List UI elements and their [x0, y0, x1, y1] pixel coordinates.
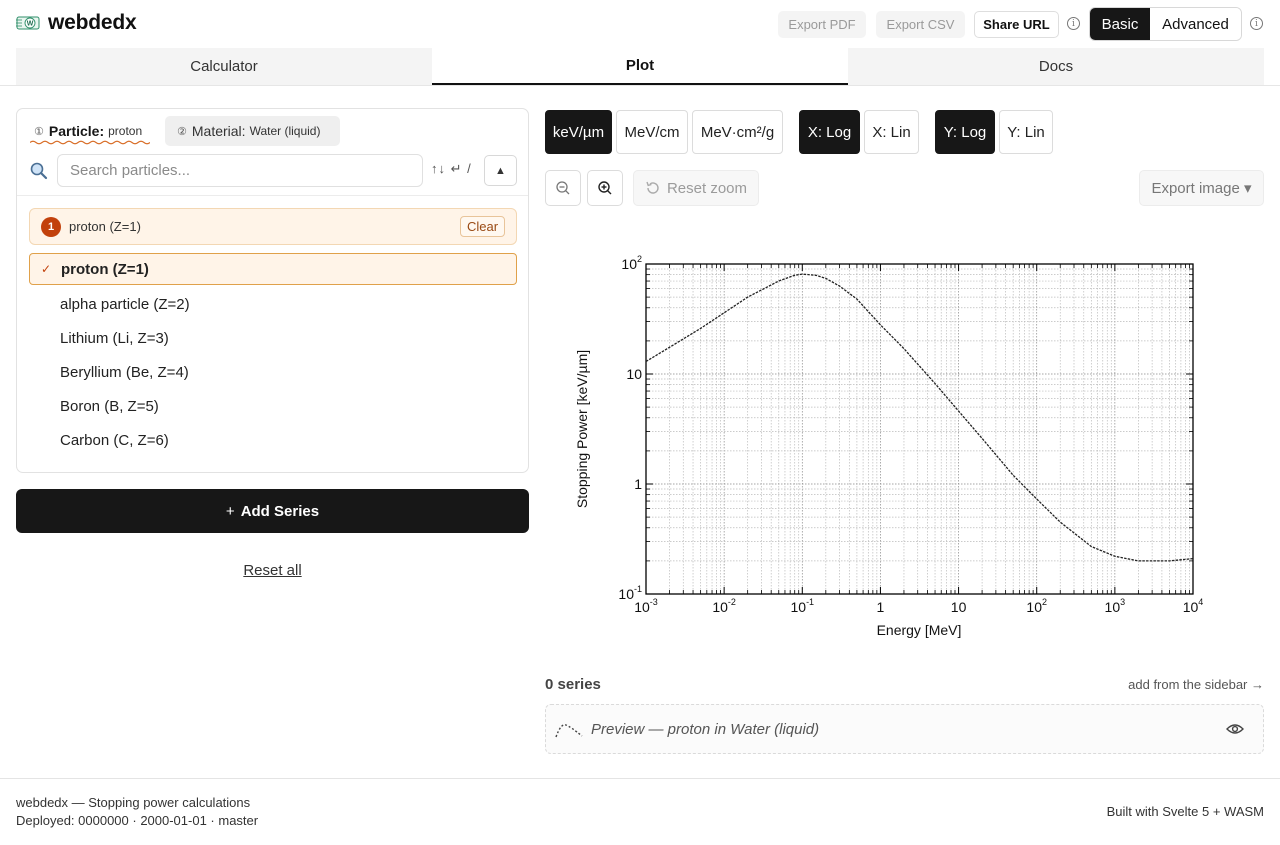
particle-step-number: ① [34, 125, 44, 138]
particle-list: ✓ proton (Z=1) alpha particle (Z=2) Lith… [29, 253, 517, 457]
share-url-button[interactable]: Share URL [974, 11, 1059, 38]
search-icon [30, 162, 48, 180]
selection-count-badge: 1 [41, 217, 61, 237]
export-csv-button[interactable]: Export CSV [876, 11, 965, 38]
tab-calculator[interactable]: Calculator [16, 48, 432, 85]
x-tick-label: 102 [1026, 597, 1047, 615]
series-hint: add from the sidebar → [1128, 677, 1264, 692]
material-tab-key: Material: [191, 123, 246, 139]
unit-mev-cm-button[interactable]: MeV/cm [616, 110, 688, 154]
particle-option-carbon[interactable]: Carbon (C, Z=6) [29, 423, 517, 457]
particle-option-label: Boron (B, Z=5) [60, 397, 159, 415]
tab-material[interactable]: ② Material: Water (liquid) [165, 116, 340, 146]
particle-option-lithium[interactable]: Lithium (Li, Z=3) [29, 321, 517, 355]
particle-option-beryllium[interactable]: Beryllium (Be, Z=4) [29, 355, 517, 389]
mode-basic-button[interactable]: Basic [1090, 8, 1150, 40]
preview-series-label: Preview — proton in Water (liquid) [591, 721, 820, 738]
export-pdf-button[interactable]: Export PDF [778, 11, 866, 38]
add-series-label: Add Series [240, 502, 320, 520]
selected-particle-label: proton (Z=1) [69, 219, 141, 234]
y-tick-label: 102 [621, 254, 642, 272]
zoom-out-icon [556, 181, 570, 195]
dashed-curve-icon [555, 724, 583, 738]
check-icon: ✓ [41, 262, 52, 276]
app-header: W webdedx Export PDF Export CSV Share UR… [0, 0, 1280, 48]
nav-divider [0, 85, 1280, 86]
particle-option-boron[interactable]: Boron (B, Z=5) [29, 389, 517, 423]
y-lin-button[interactable]: Y: Lin [999, 110, 1053, 154]
x-axis-label: Energy [MeV] [877, 622, 962, 638]
particle-picker-panel: ① Particle: proton ② Material: Water (li… [16, 108, 529, 473]
x-log-button[interactable]: X: Log [799, 110, 860, 154]
active-tab-underline [30, 140, 150, 145]
footer-built-with: Built with Svelte 5 + WASM [1106, 804, 1264, 819]
y-tick-label: 1 [634, 476, 642, 492]
x-tick-label: 10-2 [712, 597, 736, 615]
particle-search-input[interactable] [57, 154, 423, 187]
zoom-out-button[interactable] [545, 170, 581, 206]
eye-icon[interactable] [1226, 722, 1244, 736]
y-axis-label: Stopping Power [keV/µm] [574, 350, 590, 508]
add-series-button[interactable]: + Add Series [16, 489, 529, 533]
panel-divider [17, 195, 528, 196]
particle-option-label: proton (Z=1) [61, 260, 149, 278]
particle-option-proton[interactable]: ✓ proton (Z=1) [29, 253, 517, 285]
share-info-icon[interactable]: i [1067, 17, 1080, 30]
mode-toggle: Basic Advanced [1089, 7, 1242, 41]
x-lin-button[interactable]: X: Lin [864, 110, 919, 154]
particle-option-label: Lithium (Li, Z=3) [60, 329, 169, 347]
collapse-list-button[interactable]: ▲ [484, 155, 517, 186]
footer-divider [0, 778, 1280, 779]
x-tick-label: 10 [951, 599, 967, 615]
footer-tagline: webdedx — Stopping power calculations [16, 795, 251, 810]
zoom-in-button[interactable] [587, 170, 623, 206]
reset-all-link[interactable]: Reset all [16, 562, 529, 579]
particle-option-alpha[interactable]: alpha particle (Z=2) [29, 287, 517, 321]
unit-kev-um-button[interactable]: keV/µm [545, 110, 612, 154]
material-tab-value: Water (liquid) [249, 124, 321, 138]
webdedx-logo-icon: W [16, 16, 40, 30]
y-tick-label: 10 [626, 366, 642, 382]
particle-tab-key: Particle: [48, 123, 105, 139]
reset-zoom-button[interactable]: Reset zoom [633, 170, 759, 206]
x-tick-label: 1 [877, 599, 885, 615]
particle-tab-value: proton [108, 124, 143, 138]
reset-zoom-icon [646, 181, 659, 194]
stopping-power-chart[interactable]: 10-3 10-2 10-1 1 10 102 103 10410-1110102 Energ… [545, 240, 1264, 660]
particle-option-label: Carbon (C, Z=6) [60, 431, 169, 449]
tab-docs[interactable]: Docs [848, 48, 1264, 85]
x-tick-label: 104 [1183, 597, 1204, 615]
selected-particle-banner: 1 proton (Z=1) Clear [29, 208, 517, 245]
chart-grid [645, 264, 1193, 595]
mode-info-icon[interactable]: i [1250, 17, 1263, 30]
keyboard-hint: ↑↓ ↵ / [431, 161, 472, 176]
reset-zoom-label: Reset zoom [666, 179, 748, 197]
clear-selection-button[interactable]: Clear [460, 216, 505, 237]
main-nav: Calculator Plot Docs [16, 48, 1264, 85]
app-title: webdedx [48, 11, 137, 34]
particle-option-label: Beryllium (Be, Z=4) [60, 363, 189, 381]
series-count: 0 series [545, 676, 601, 693]
mode-advanced-button[interactable]: Advanced [1150, 8, 1241, 40]
x-tick-label: 10-3 [634, 597, 658, 615]
svg-text:W: W [27, 21, 34, 28]
tab-plot[interactable]: Plot [432, 48, 848, 85]
x-tick-label: 103 [1105, 597, 1126, 615]
material-step-number: ② [177, 125, 187, 138]
preview-series-row: Preview — proton in Water (liquid) [545, 704, 1264, 754]
y-log-button[interactable]: Y: Log [935, 110, 995, 154]
plus-icon: + [225, 502, 235, 520]
footer-deploy-info: Deployed: 0000000 · 2000-01-01 · master [16, 813, 259, 828]
zoom-in-icon [598, 181, 612, 195]
x-tick-label: 10-1 [790, 597, 814, 615]
particle-option-label: alpha particle (Z=2) [60, 295, 190, 313]
export-image-dropdown[interactable]: Export image ▾ [1139, 170, 1264, 206]
unit-mev-cm2-g-button[interactable]: MeV·cm²/g [692, 110, 783, 154]
